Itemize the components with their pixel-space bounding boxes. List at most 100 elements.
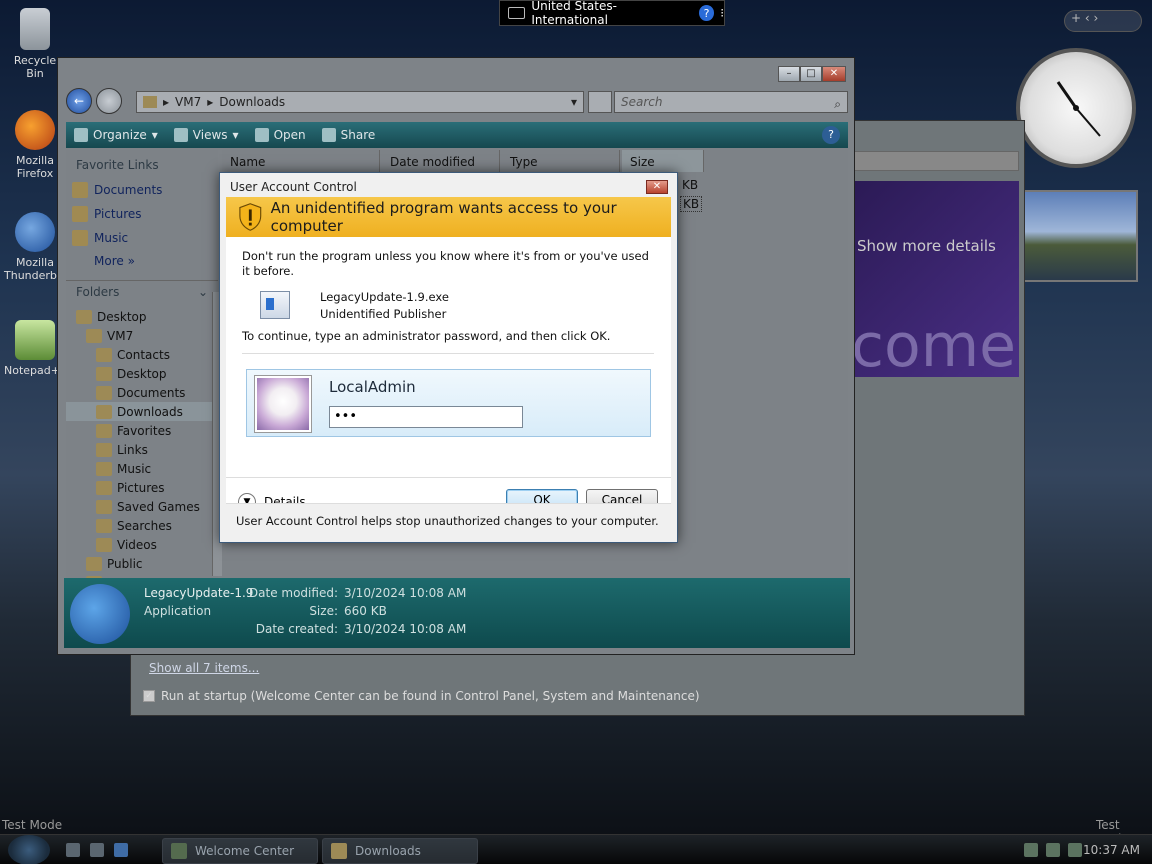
folder-icon xyxy=(96,366,112,381)
keyboard-icon xyxy=(508,7,526,19)
favorite-label: Music xyxy=(94,231,129,245)
uac-publisher: Unidentified Publisher xyxy=(320,307,447,321)
details-pane: LegacyUpdate-1.9 Application Date modifi… xyxy=(64,578,850,648)
uac-program-name: LegacyUpdate-1.9.exe xyxy=(320,290,449,304)
show-all-items-link[interactable]: Show all 7 items... xyxy=(149,661,259,675)
views-button[interactable]: Views ▾ xyxy=(173,128,239,142)
folder-tree-item[interactable]: Links xyxy=(66,440,218,459)
folders-header[interactable]: Folders ⌄ xyxy=(66,280,218,303)
run-at-startup-label: Run at startup (Welcome Center can be fo… xyxy=(161,689,700,703)
organize-button[interactable]: Organize ▾ xyxy=(74,128,158,142)
folder-tree-label: VM7 xyxy=(107,328,134,343)
folder-tree-label: Pictures xyxy=(117,480,165,495)
column-header-name[interactable]: Name xyxy=(222,150,380,172)
help-icon[interactable]: ? xyxy=(698,5,715,21)
folder-tree-item[interactable]: Desktop xyxy=(66,307,218,326)
tray-overflow-icon[interactable] xyxy=(1068,843,1082,857)
share-button[interactable]: Share xyxy=(321,128,375,142)
address-dropdown-icon[interactable]: ▾ xyxy=(571,95,577,109)
more-link[interactable]: More » xyxy=(66,250,218,272)
forward-button[interactable] xyxy=(96,88,122,114)
folder-tree-item[interactable]: Music xyxy=(66,459,218,478)
column-header-date-modified[interactable]: Date modified xyxy=(382,150,500,172)
taskbar-clock[interactable]: 10:37 AM xyxy=(1083,843,1140,857)
breadcrumb-separator: ▸ xyxy=(207,95,214,109)
volume-icon[interactable] xyxy=(1046,843,1060,857)
folder-tree-item[interactable]: Public xyxy=(66,554,218,573)
application-icon xyxy=(70,584,130,644)
notepadpp-icon xyxy=(15,320,55,360)
folder-icon xyxy=(86,556,102,571)
details-size-label: Size: xyxy=(309,604,338,618)
password-field[interactable]: ••• xyxy=(329,406,523,428)
folder-icon xyxy=(96,537,112,552)
recycle-bin-icon xyxy=(20,8,50,50)
file-size-cell: KB xyxy=(682,178,699,192)
folder-icon xyxy=(96,480,112,495)
language-bar-options-icon[interactable]: ⁝ xyxy=(720,6,724,20)
taskbar-button-label: Welcome Center xyxy=(195,844,295,858)
folder-tree-item[interactable]: Pictures xyxy=(66,478,218,497)
folder-tree-item[interactable]: VM7 xyxy=(66,326,218,345)
address-bar[interactable]: ▸ VM7 ▸ Downloads ▾ xyxy=(136,91,584,113)
network-icon[interactable] xyxy=(1024,843,1038,857)
welcome-hero: Show more details come xyxy=(851,181,1019,381)
folder-tree-item[interactable]: Downloads xyxy=(66,402,218,421)
folder-tree-label: Videos xyxy=(117,537,157,552)
breadcrumb-downloads[interactable]: Downloads xyxy=(219,95,285,109)
folder-tree-label: Contacts xyxy=(117,347,170,362)
open-button[interactable]: Open xyxy=(254,128,306,142)
taskbar-button-welcome-center[interactable]: Welcome Center xyxy=(162,838,318,864)
favorite-label: Documents xyxy=(94,183,163,197)
slideshow-gadget xyxy=(1016,190,1138,282)
separator xyxy=(226,477,671,478)
folder-tree-label: Downloads xyxy=(117,404,183,419)
refresh-button[interactable] xyxy=(588,91,612,113)
chevron-down-icon: ⌄ xyxy=(197,285,208,299)
folder-tree-label: Desktop xyxy=(117,366,167,381)
search-icon: ⌕ xyxy=(834,97,841,111)
folder-icon xyxy=(96,442,112,457)
back-button[interactable]: ← xyxy=(66,88,92,114)
folder-tree-item[interactable]: Favorites xyxy=(66,421,218,440)
folder-tree-item[interactable]: Searches xyxy=(66,516,218,535)
help-icon[interactable]: ? xyxy=(822,126,840,144)
run-at-startup-checkbox[interactable]: ✓ xyxy=(143,690,155,702)
show-more-details-link[interactable]: Show more details xyxy=(857,237,996,255)
language-label: United States-International xyxy=(531,0,617,27)
switch-windows-icon[interactable] xyxy=(90,843,104,857)
folder-tree-item[interactable]: Saved Games xyxy=(66,497,218,516)
views-label: Views xyxy=(192,128,228,142)
favorite-link-documents[interactable]: Documents xyxy=(66,178,218,202)
favorite-link-pictures[interactable]: Pictures xyxy=(66,202,218,226)
internet-explorer-icon[interactable] xyxy=(114,843,128,857)
column-header-size[interactable]: Size xyxy=(622,150,704,172)
favorite-links-header: Favorite Links xyxy=(76,158,159,172)
sidebar-gadget-controls[interactable]: + ‹ › xyxy=(1064,10,1142,32)
organize-label: Organize xyxy=(93,128,147,142)
music-icon xyxy=(72,230,88,246)
open-icon xyxy=(254,128,269,142)
folder-icon xyxy=(96,499,112,514)
start-button[interactable] xyxy=(8,835,50,864)
maximize-button[interactable]: □ xyxy=(800,66,822,82)
column-header-type[interactable]: Type xyxy=(502,150,620,172)
show-desktop-icon[interactable] xyxy=(66,843,80,857)
folder-tree-item[interactable]: Videos xyxy=(66,535,218,554)
folder-tree-label: Public xyxy=(107,556,143,571)
uac-close-button[interactable]: ✕ xyxy=(646,180,668,194)
favorite-link-music[interactable]: Music xyxy=(66,226,218,250)
welcome-search-box[interactable] xyxy=(831,151,1019,171)
folder-tree-item[interactable]: Desktop xyxy=(66,364,218,383)
uac-content: An unidentified program wants access to … xyxy=(226,197,671,537)
credential-username: LocalAdmin xyxy=(329,378,416,396)
folder-tree-item[interactable]: Documents xyxy=(66,383,218,402)
folder-tree-item[interactable]: Contacts xyxy=(66,345,218,364)
breadcrumb-vm7[interactable]: VM7 xyxy=(175,95,201,109)
folder-icon xyxy=(143,96,157,108)
search-input[interactable]: Search ⌕ xyxy=(614,91,848,113)
taskbar-button-downloads[interactable]: Downloads xyxy=(322,838,478,864)
minimize-button[interactable]: – xyxy=(778,66,800,82)
close-button[interactable]: ✕ xyxy=(822,66,846,82)
language-bar[interactable]: United States-International ? ⁝ xyxy=(499,0,725,27)
